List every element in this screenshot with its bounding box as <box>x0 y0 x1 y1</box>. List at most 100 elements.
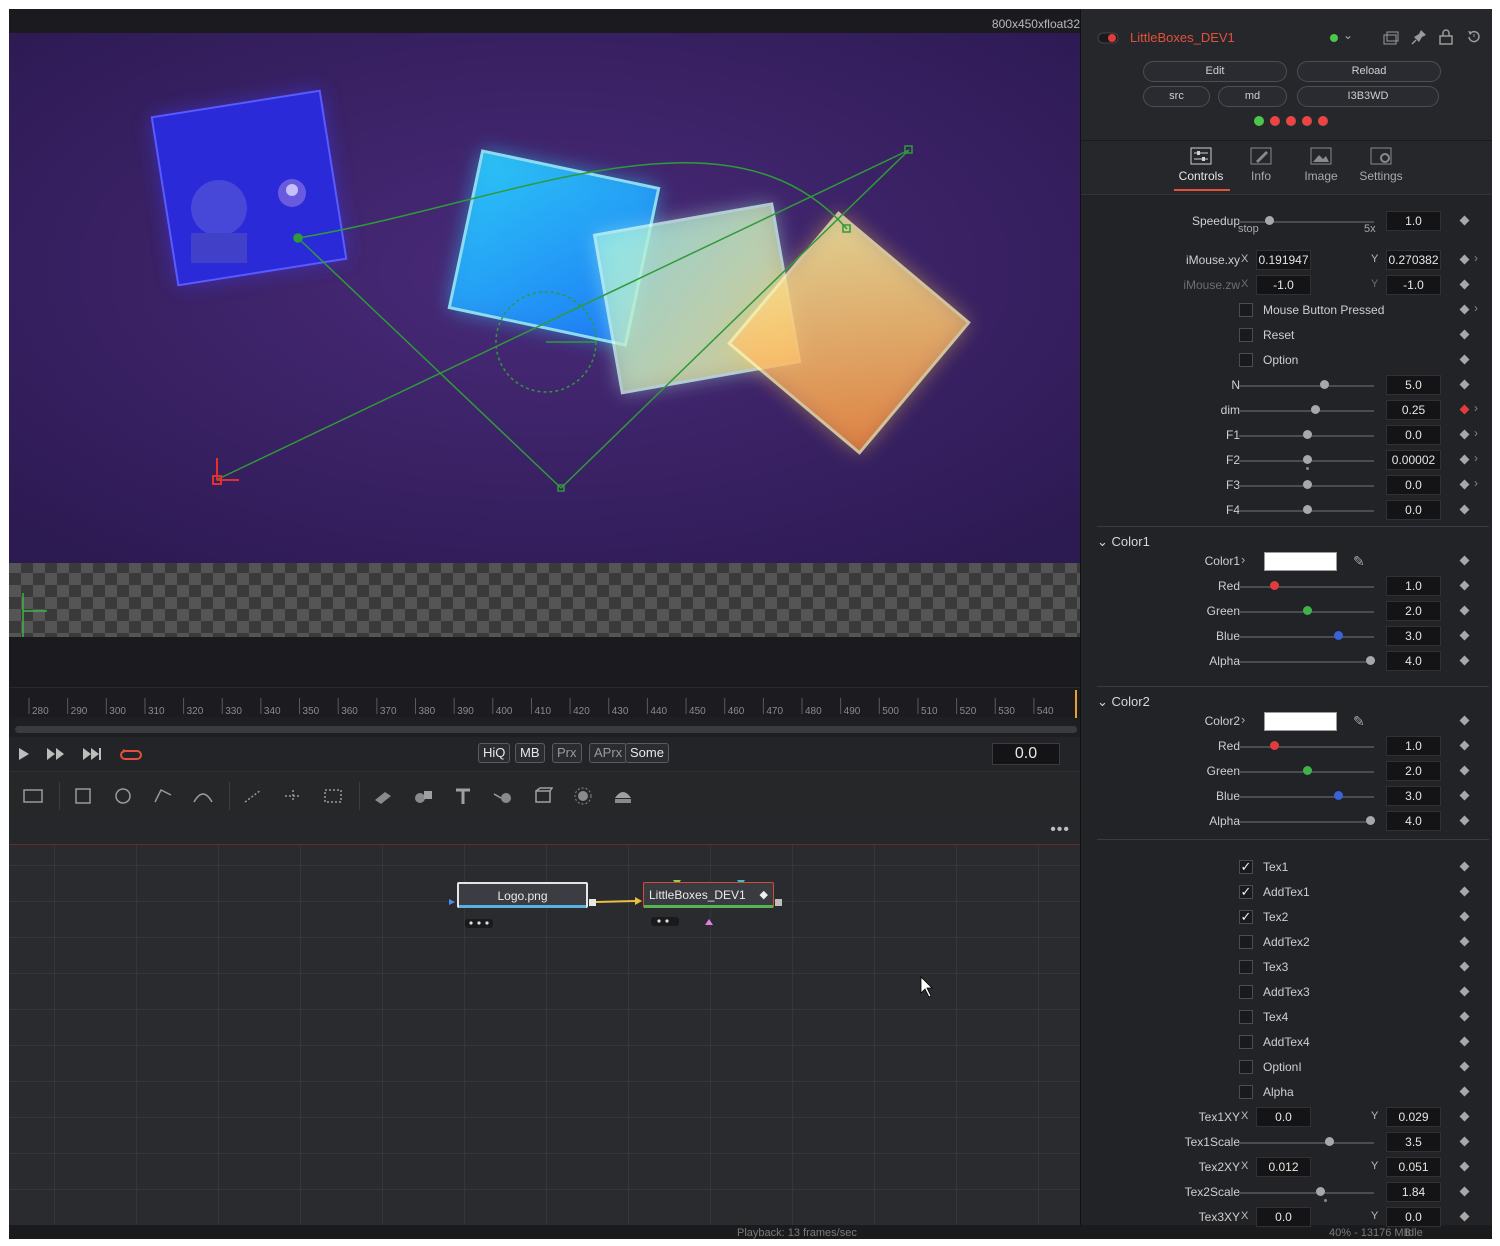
tex2scale-slider-value[interactable]: 1.84 <box>1386 1182 1441 1202</box>
keyframe-icon[interactable] <box>1459 911 1470 922</box>
slider-knob[interactable] <box>1365 656 1375 665</box>
keyframe-icon[interactable] <box>1459 765 1470 776</box>
slider-n-value[interactable]: 5.0 <box>1386 375 1441 395</box>
slider-knob[interactable] <box>1302 480 1312 489</box>
selective-update-button[interactable]: Some <box>625 743 669 763</box>
slider-track[interactable] <box>1239 586 1374 588</box>
auto-proxy-button[interactable]: APrx <box>589 743 628 763</box>
tab-controls[interactable]: Controls <box>1171 147 1231 183</box>
shader-id-button[interactable]: I3B3WD <box>1297 86 1439 107</box>
chevron-right-icon[interactable]: › <box>1474 451 1478 465</box>
reload-button[interactable]: Reload <box>1297 61 1441 82</box>
slider-knob[interactable] <box>1310 405 1320 414</box>
slider-knob[interactable] <box>1270 581 1280 590</box>
chevron-right-icon[interactable]: › <box>1474 401 1478 415</box>
particle-emitter-icon[interactable] <box>241 786 265 806</box>
slider-knob[interactable] <box>1333 791 1343 800</box>
eyedropper-icon[interactable]: ✎ <box>1353 713 1365 730</box>
check-tex4-checkbox[interactable] <box>1239 1010 1253 1024</box>
keyframe-icon[interactable] <box>1459 790 1470 801</box>
keyframe-icon[interactable] <box>1459 815 1470 826</box>
color1-red-slider-value[interactable]: 1.0 <box>1386 576 1441 596</box>
color2-alpha-slider-value[interactable]: 4.0 <box>1386 811 1441 831</box>
tab-info[interactable]: Info <box>1231 147 1291 183</box>
check-optioni-checkbox[interactable] <box>1239 1060 1253 1074</box>
speedup-slider-value[interactable]: 1.0 <box>1386 211 1441 231</box>
tex1xy-x[interactable]: 0.0 <box>1256 1107 1311 1127</box>
check-addtex2-checkbox[interactable] <box>1239 935 1253 949</box>
check-addtex4-checkbox[interactable] <box>1239 1035 1253 1049</box>
slider-track[interactable] <box>1239 796 1374 798</box>
keyframe-icon[interactable] <box>1459 354 1470 365</box>
keyframe-icon[interactable] <box>1459 329 1470 340</box>
check-tex3-checkbox[interactable] <box>1239 960 1253 974</box>
keyframe-icon[interactable] <box>1459 605 1470 616</box>
slider-knob[interactable] <box>1270 741 1280 750</box>
chevron-right-icon[interactable]: › <box>1241 712 1245 727</box>
keyframe-icon[interactable] <box>1459 1136 1470 1147</box>
check-option-checkbox[interactable] <box>1239 353 1253 367</box>
fast-forward-icon[interactable] <box>45 743 67 765</box>
tex1scale-slider-value[interactable]: 3.5 <box>1386 1132 1441 1152</box>
lock-icon[interactable] <box>1439 29 1453 45</box>
timeline-ruler[interactable]: 280 290 300 310 320 330 340 350 360 370 380 390 400 4… <box>9 687 1080 718</box>
check-tex1-checkbox[interactable]: ✓ <box>1239 860 1253 874</box>
keyframe-icon[interactable] <box>1459 1186 1470 1197</box>
slider-f3-value[interactable]: 0.0 <box>1386 475 1441 495</box>
viewer[interactable]: 800x450xfloat32 <box>9 9 1080 689</box>
keyframe-icon[interactable] <box>1459 630 1470 641</box>
viewer-canvas[interactable] <box>9 33 1080 637</box>
chevron-right-icon[interactable]: › <box>1474 301 1478 315</box>
keyframe-icon[interactable] <box>1459 254 1470 265</box>
ellipse-mask-icon[interactable] <box>111 786 135 806</box>
keyframe-icon[interactable] <box>1459 740 1470 751</box>
renderer-3d-icon[interactable] <box>531 786 555 806</box>
reset-icon[interactable] <box>1466 29 1482 45</box>
color1-section-header[interactable]: ⌄ Color1 <box>1097 534 1150 550</box>
shape-3d-icon[interactable] <box>411 786 435 806</box>
color2-green-slider-value[interactable]: 2.0 <box>1386 761 1441 781</box>
keyframe-icon[interactable] <box>1459 1161 1470 1172</box>
timeline-scrubber[interactable] <box>15 726 1077 733</box>
keyframe-icon[interactable] <box>1459 1061 1470 1072</box>
pin-icon[interactable] <box>1411 29 1427 45</box>
chevron-right-icon[interactable]: › <box>1474 426 1478 440</box>
hiq-button[interactable]: HiQ <box>478 743 511 763</box>
keyframe-icon[interactable] <box>1459 215 1470 226</box>
slider-f1-value[interactable]: 0.0 <box>1386 425 1441 445</box>
polygon-mask-icon[interactable] <box>151 786 175 806</box>
tex3xy-x[interactable]: 0.0 <box>1256 1207 1311 1227</box>
color1-green-slider-value[interactable]: 2.0 <box>1386 601 1441 621</box>
play-icon[interactable] <box>17 743 31 765</box>
check-tex2-checkbox[interactable]: ✓ <box>1239 910 1253 924</box>
tex3xy-y[interactable]: 0.0 <box>1386 1207 1441 1227</box>
slider-track[interactable] <box>1239 661 1374 663</box>
keyframe-icon[interactable] <box>1459 886 1470 897</box>
keyframe-icon[interactable] <box>1459 1111 1470 1122</box>
keyframe-icon[interactable] <box>1459 861 1470 872</box>
chevron-down-icon[interactable]: ⌄ <box>1343 28 1353 42</box>
eyedropper-icon[interactable]: ✎ <box>1353 553 1365 570</box>
keyframe-icon[interactable] <box>1459 715 1470 726</box>
check-reset-checkbox[interactable] <box>1239 328 1253 342</box>
keyframe-icon[interactable] <box>1459 986 1470 997</box>
keyframe-icon[interactable] <box>1459 504 1470 515</box>
more-options-icon[interactable]: ••• <box>1050 821 1070 839</box>
keyframe-icon[interactable] <box>1459 555 1470 566</box>
node-toggle-icon[interactable] <box>1097 32 1119 44</box>
chevron-right-icon[interactable]: › <box>1474 476 1478 490</box>
slider-dim-value[interactable]: 0.25 <box>1386 400 1441 420</box>
slider-track[interactable] <box>1239 221 1374 223</box>
loop-icon[interactable] <box>119 743 143 765</box>
slider-knob[interactable] <box>1365 816 1375 825</box>
keyframe-icon[interactable] <box>1459 580 1470 591</box>
check-mouse-button-pressed-checkbox[interactable] <box>1239 303 1253 317</box>
color2-red-slider-value[interactable]: 1.0 <box>1386 736 1441 756</box>
particle-render-icon[interactable] <box>281 786 305 806</box>
slider-knob[interactable] <box>1302 505 1312 514</box>
bg-tool-icon[interactable] <box>21 786 45 806</box>
skip-end-icon[interactable] <box>81 743 105 765</box>
current-time-field[interactable]: 0.0 <box>992 743 1060 765</box>
slider-track[interactable] <box>1239 385 1374 387</box>
src-button[interactable]: src <box>1143 86 1210 107</box>
